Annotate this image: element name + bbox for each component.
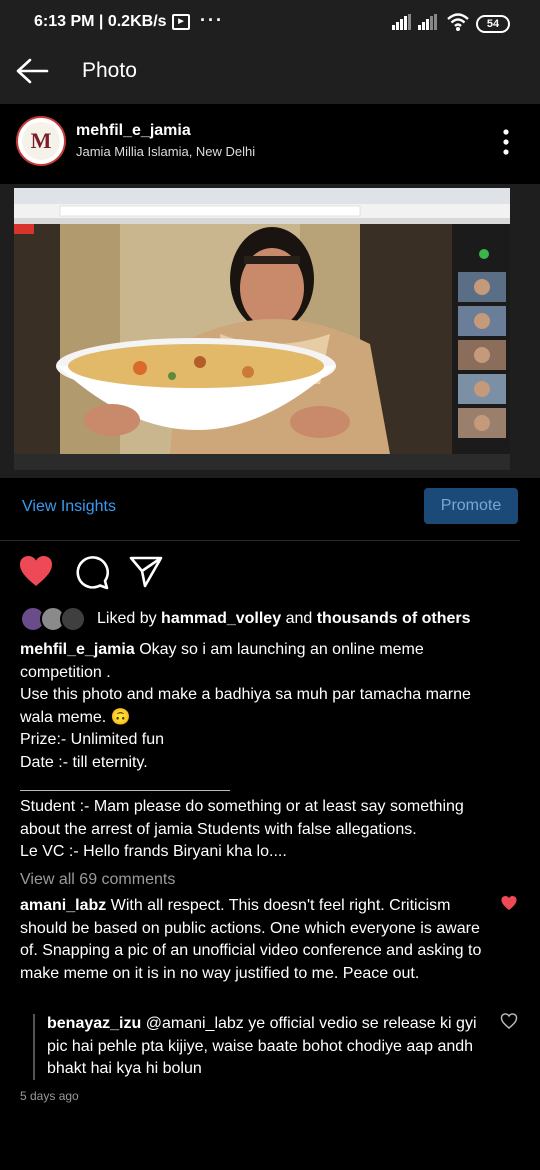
comment-username[interactable]: benayaz_izu — [47, 1015, 141, 1032]
wifi-icon — [447, 13, 469, 31]
comment-reply: benayaz_izu @amani_labz ye official vedi… — [47, 1013, 487, 1081]
heart-outline-icon[interactable] — [500, 1013, 518, 1029]
avatar[interactable]: M — [16, 116, 66, 166]
more-vertical-icon[interactable] — [500, 128, 512, 156]
likes-text: Liked by hammad_volley and thousands of … — [97, 610, 471, 627]
view-all-comments-link[interactable]: View all 69 comments — [20, 871, 175, 889]
likes-row[interactable]: Liked by hammad_volley and thousands of … — [20, 606, 520, 632]
arrow-left-icon[interactable] — [14, 56, 50, 86]
divider — [0, 540, 520, 541]
signal-icon — [418, 14, 437, 30]
signal-icon — [392, 14, 411, 30]
liker-username[interactable]: hammad_volley — [161, 610, 281, 627]
caption-line: Le VC :- Hello frands Biryani kha lo.... — [20, 843, 287, 861]
post-caption: mehfil_e_jamia Okay so i am launching an… — [20, 639, 500, 775]
heart-filled-icon[interactable] — [18, 554, 54, 588]
post-header: M mehfil_e_jamia Jamia Millia Islamia, N… — [0, 104, 540, 178]
caption-line: Prize:- Unlimited fun — [20, 731, 165, 749]
send-icon[interactable] — [128, 554, 164, 590]
post-caption-continued: Student :- Mam please do something or at… — [20, 796, 500, 864]
liker-avatar — [60, 606, 86, 632]
status-time: 6:13 PM | 0.2KB/s — [34, 13, 167, 30]
likes-others[interactable]: thousands of others — [317, 610, 471, 627]
video-conference-screenshot — [0, 184, 540, 478]
post-location[interactable]: Jamia Millia Islamia, New Delhi — [76, 144, 255, 159]
post-username[interactable]: mehfil_e_jamia — [76, 122, 191, 140]
media-icon: ▶ — [172, 14, 190, 30]
post-photo[interactable] — [0, 184, 540, 478]
battery-icon: 54 — [476, 15, 510, 33]
view-insights-link[interactable]: View Insights — [22, 498, 116, 516]
caption-username[interactable]: mehfil_e_jamia — [20, 641, 135, 658]
reply-thread-line — [33, 1014, 35, 1080]
action-bar — [0, 552, 540, 592]
post-timestamp: 5 days ago — [20, 1089, 79, 1103]
page-title: Photo — [82, 59, 137, 82]
comment: amani_labz With all respect. This doesn'… — [20, 895, 490, 985]
comment-username[interactable]: amani_labz — [20, 897, 106, 914]
caption-line: Use this photo and make a badhiya sa muh… — [20, 686, 471, 726]
status-dots: ··· — [200, 10, 224, 30]
caption-divider — [20, 790, 230, 791]
heart-filled-icon[interactable] — [500, 895, 518, 911]
caption-line: Date :- till eternity. — [20, 753, 148, 771]
promote-button[interactable]: Promote — [424, 488, 518, 524]
app-bar: Photo — [0, 38, 540, 104]
caption-line: Student :- Mam please do something or at… — [20, 798, 464, 838]
avatar-logo: M — [22, 122, 60, 160]
comment-icon[interactable] — [74, 554, 110, 590]
